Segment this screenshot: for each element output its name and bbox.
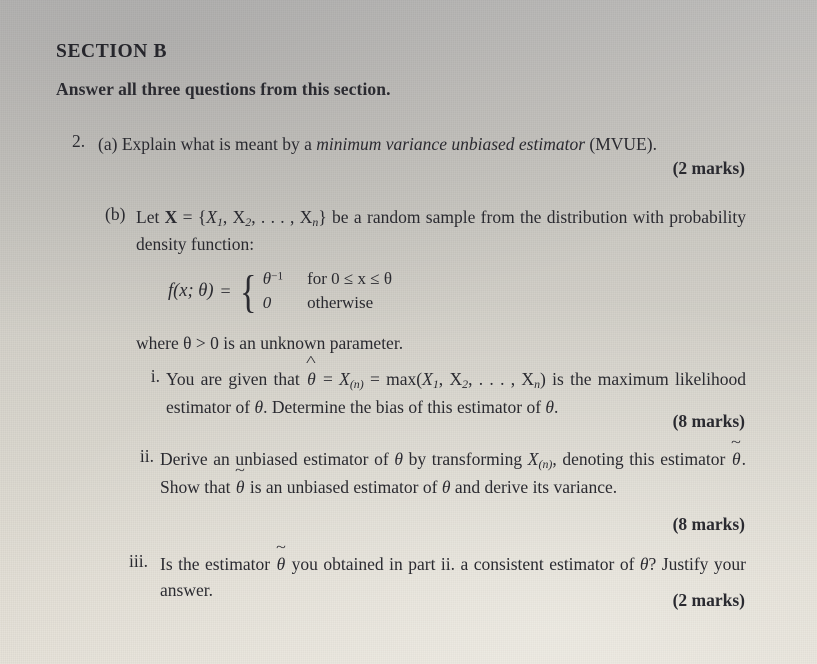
section-instruction: Answer all three questions from this sec… [56, 79, 391, 99]
theta-tilde-symbol-3: θ [276, 551, 287, 577]
case-1-exponent: −1 [271, 270, 284, 283]
case-1-condition: for 0 ≤ x ≤ θ [307, 269, 392, 288]
subpart-ii-t3: , denoting this estimator [552, 449, 731, 469]
question-2a: (a) Explain what is meant by a minimum v… [98, 131, 748, 157]
left-curly-brace-icon: { [239, 265, 257, 317]
X-comma-m: , X [438, 369, 463, 389]
X-symbol-ii: X [527, 449, 539, 469]
subpart-i-t1: You are given that [166, 369, 307, 389]
formula-lhs: f(x; θ) [168, 280, 214, 301]
brace-open: { [197, 207, 207, 227]
page-text-layer: SECTION B Answer all three questions fro… [0, 0, 817, 664]
theta-tilde-symbol-1: θ [731, 446, 742, 472]
part-b-equals: = [177, 207, 198, 227]
marks-subpart-ii: (8 marks) [672, 514, 745, 534]
section-heading: SECTION B [56, 41, 168, 62]
question-2b-intro: Let X = {X1, X2, . . . , Xn} be a random… [136, 204, 746, 258]
part-b-label: (b) [105, 204, 126, 224]
case-2-condition: otherwise [307, 293, 374, 313]
X-symbol-m1: X [422, 369, 433, 389]
theta-hat-symbol: θ [306, 366, 317, 392]
where-clause: where θ > 0 is an unknown parameter. [136, 333, 404, 353]
subpart-ii-t6: and derive its variance. [450, 476, 618, 497]
subpart-ii-text: Derive an unbiased estimator of θ by tra… [160, 446, 746, 500]
subpart-i-t2: = [316, 369, 340, 389]
question-number: 2. [72, 131, 86, 151]
formula-equals: = [220, 280, 231, 301]
subpart-ii-label: ii. [139, 446, 154, 466]
formula-cases: θ−1 for 0 ≤ x ≤ θ 0 otherwise [263, 268, 392, 315]
marks-2a: (2 marks) [672, 158, 745, 178]
part-a-text-post: (MVUE). [585, 134, 657, 154]
X-symbol-1: X [206, 207, 217, 227]
subpart-ii-t2: by transforming [402, 449, 528, 469]
subpart-iii-t2: you obtained in part ii. a consistent es… [286, 554, 640, 574]
part-a-text-pre: Explain what is meant by a [121, 134, 317, 154]
order-statistic-max: X(n) [339, 369, 364, 391]
subpart-ii-t5: is an unbiased estimator of [245, 476, 442, 497]
random-vector-X: X [164, 207, 178, 227]
theta-symbol-ii1: θ [394, 449, 403, 469]
theta-symbol-iii: θ [639, 554, 649, 574]
scanned-page: SECTION B Answer all three questions fro… [0, 0, 817, 664]
density-formula: f(x; θ) = { θ−1 for 0 ≤ x ≤ θ 0 otherwis… [168, 268, 392, 315]
theta-symbol-i1: θ [254, 396, 264, 417]
subpart-iii-t1: Is the estimator [160, 554, 276, 574]
marks-subpart-i: (8 marks) [672, 411, 745, 431]
subpart-i-label: i. [150, 366, 160, 386]
max-arguments: X1, X2, . . . , Xn [422, 369, 540, 391]
subpart-iii-label: iii. [129, 551, 148, 571]
X-ellipsis-m: , . . . , X [468, 369, 535, 389]
subpart-i-t3: = max( [363, 369, 423, 389]
X-ellipsis: , . . . , X [251, 207, 313, 227]
theta-tilde-symbol-2: θ [235, 474, 246, 500]
case-2-value: 0 [262, 293, 272, 313]
case-1-value: θ−1 [262, 269, 284, 288]
X-comma-1: , X [222, 207, 246, 227]
order-statistic-ii: X(n) [527, 449, 553, 471]
part-a-label: (a) [98, 134, 118, 154]
X-subscript-paren-n-ii: (n) [538, 456, 553, 471]
marks-subpart-iii: (2 marks) [672, 590, 745, 610]
part-a-italic-term: minimum variance unbiased estimator [316, 134, 586, 154]
sample-set: {X1, X2, . . . , Xn} [197, 207, 327, 229]
X-symbol-order: X [339, 369, 350, 389]
subpart-ii-t1: Derive an unbiased estimator of [160, 449, 395, 469]
part-b-let: Let [136, 207, 165, 227]
brace-close: } [318, 207, 327, 227]
X-subscript-paren-n: (n) [349, 376, 364, 391]
